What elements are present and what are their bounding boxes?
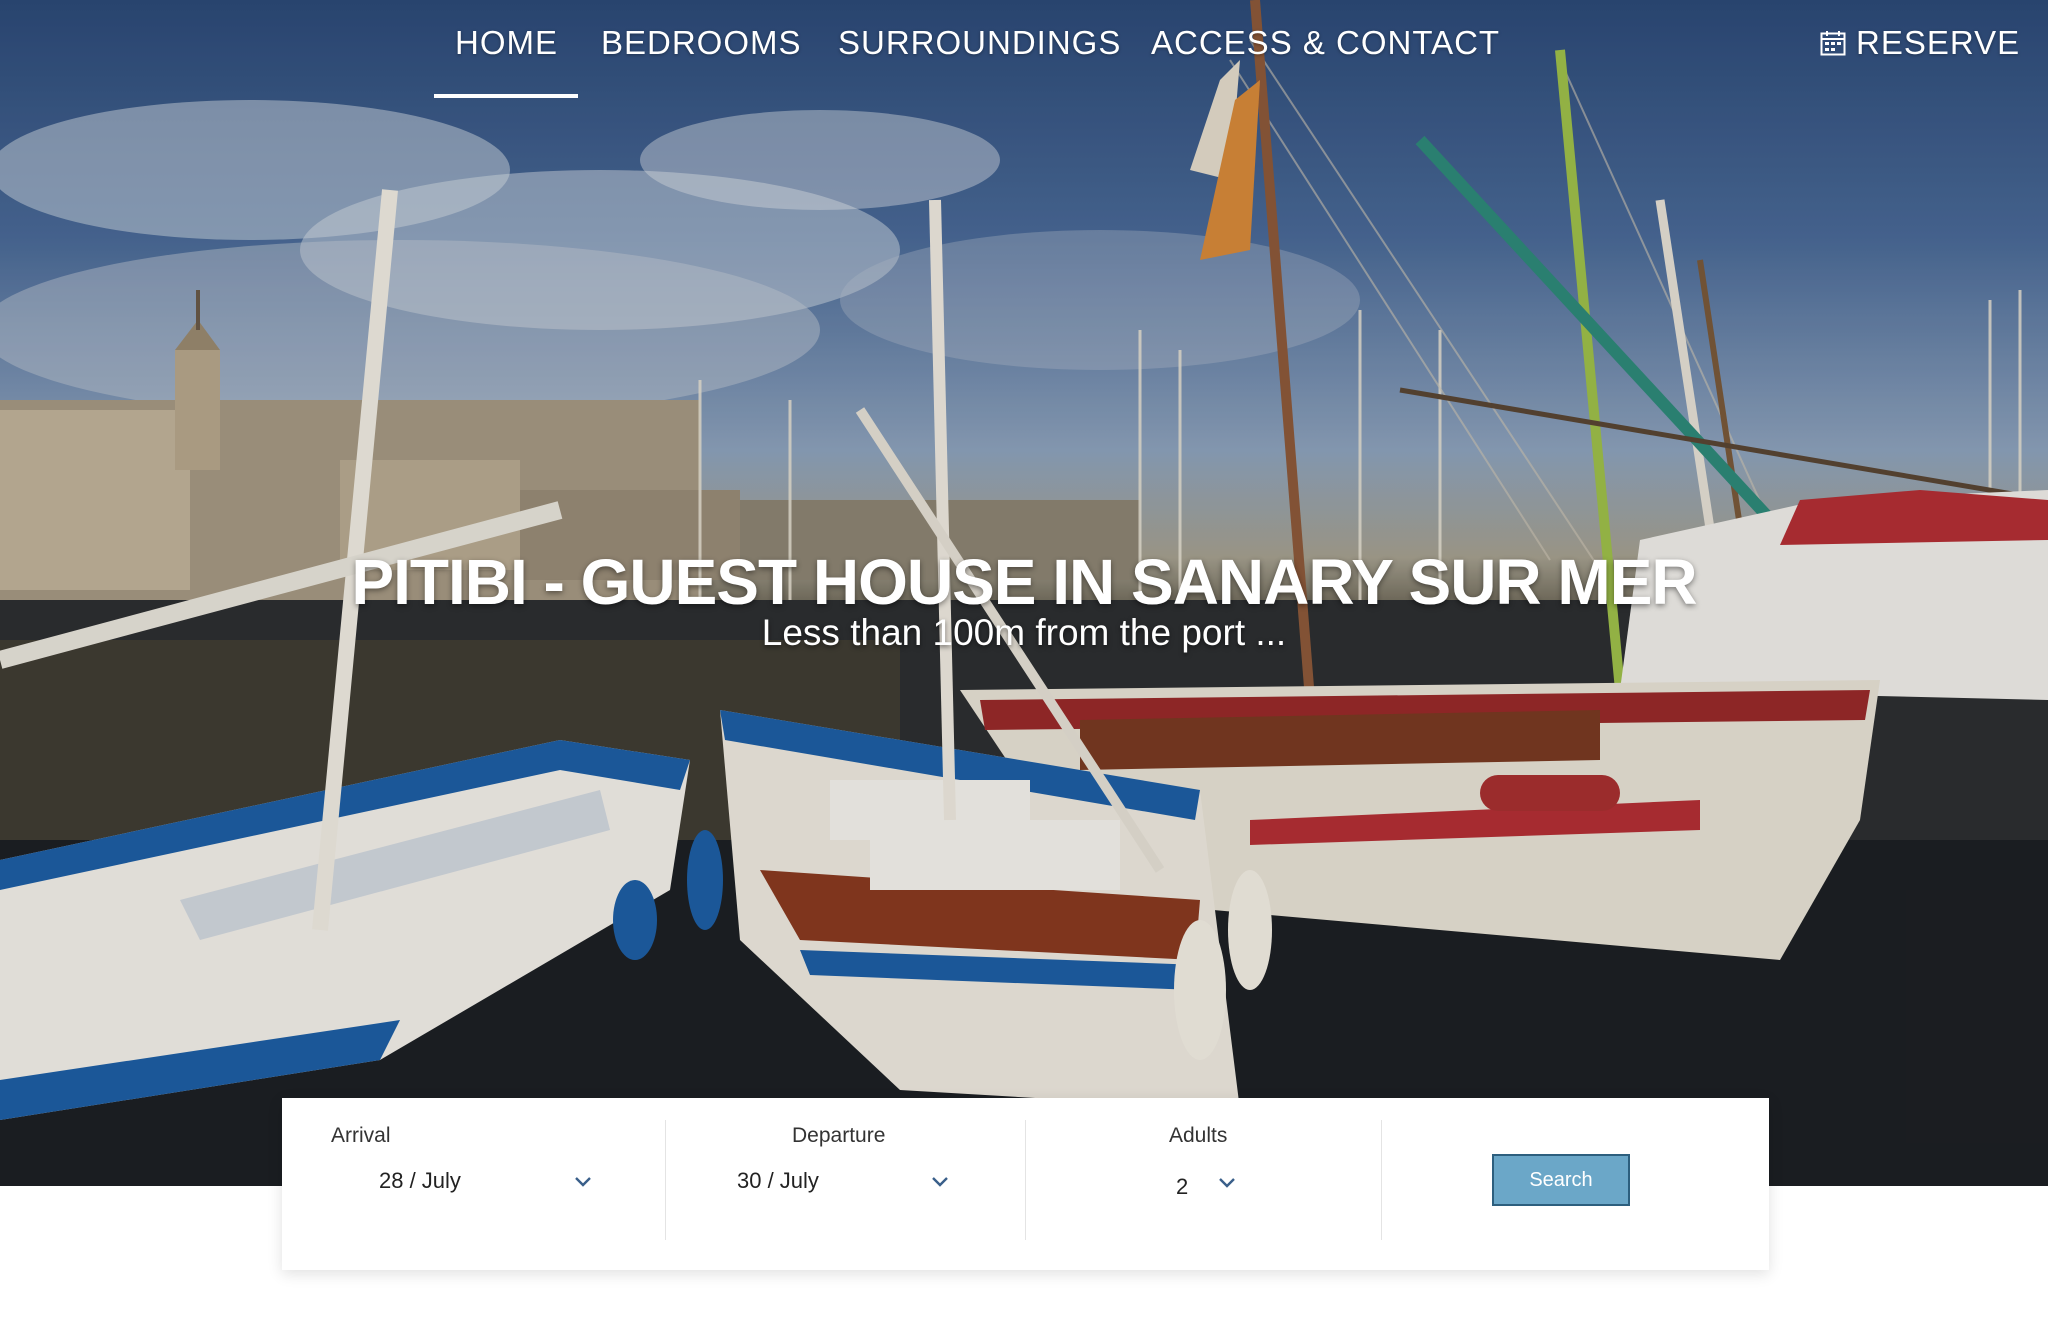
hero-subtitle: Less than 100m from the port ... bbox=[761, 612, 1287, 653]
hero-banner: HOME BEDROOMS SURROUNDINGS ACCESS & CONT… bbox=[0, 0, 2048, 1186]
adults-select[interactable]: 2 bbox=[1176, 1174, 1188, 1200]
main-nav: HOME BEDROOMS SURROUNDINGS ACCESS & CONT… bbox=[0, 0, 2048, 110]
chevron-down-icon[interactable] bbox=[574, 1176, 592, 1188]
nav-item-surroundings[interactable]: SURROUNDINGS bbox=[838, 24, 1121, 62]
chevron-down-icon[interactable] bbox=[931, 1176, 949, 1188]
field-divider bbox=[665, 1120, 666, 1240]
reserve-link[interactable]: RESERVE bbox=[1820, 24, 2020, 62]
adults-label: Adults bbox=[1169, 1124, 1228, 1147]
field-divider bbox=[1025, 1120, 1026, 1240]
nav-item-bedrooms[interactable]: BEDROOMS bbox=[601, 24, 802, 62]
nav-item-home[interactable]: HOME bbox=[455, 24, 558, 62]
field-divider bbox=[1381, 1120, 1382, 1240]
arrival-label: Arrival bbox=[331, 1124, 391, 1147]
chevron-down-icon[interactable] bbox=[1218, 1177, 1236, 1189]
booking-widget: Arrival 28 / July Departure 30 / July Ad… bbox=[282, 1098, 1769, 1270]
reserve-label: RESERVE bbox=[1856, 24, 2021, 61]
departure-label: Departure bbox=[792, 1124, 886, 1147]
hero-title: PITIBI - GUEST HOUSE IN SANARY SUR MER bbox=[351, 546, 1697, 618]
arrival-select[interactable]: 28 / July bbox=[379, 1168, 461, 1194]
search-button[interactable]: Search bbox=[1492, 1154, 1630, 1206]
nav-item-access-contact[interactable]: ACCESS & CONTACT bbox=[1151, 24, 1500, 62]
departure-select[interactable]: 30 / July bbox=[737, 1168, 819, 1194]
calendar-icon bbox=[1820, 31, 1846, 56]
active-nav-indicator bbox=[434, 94, 578, 98]
